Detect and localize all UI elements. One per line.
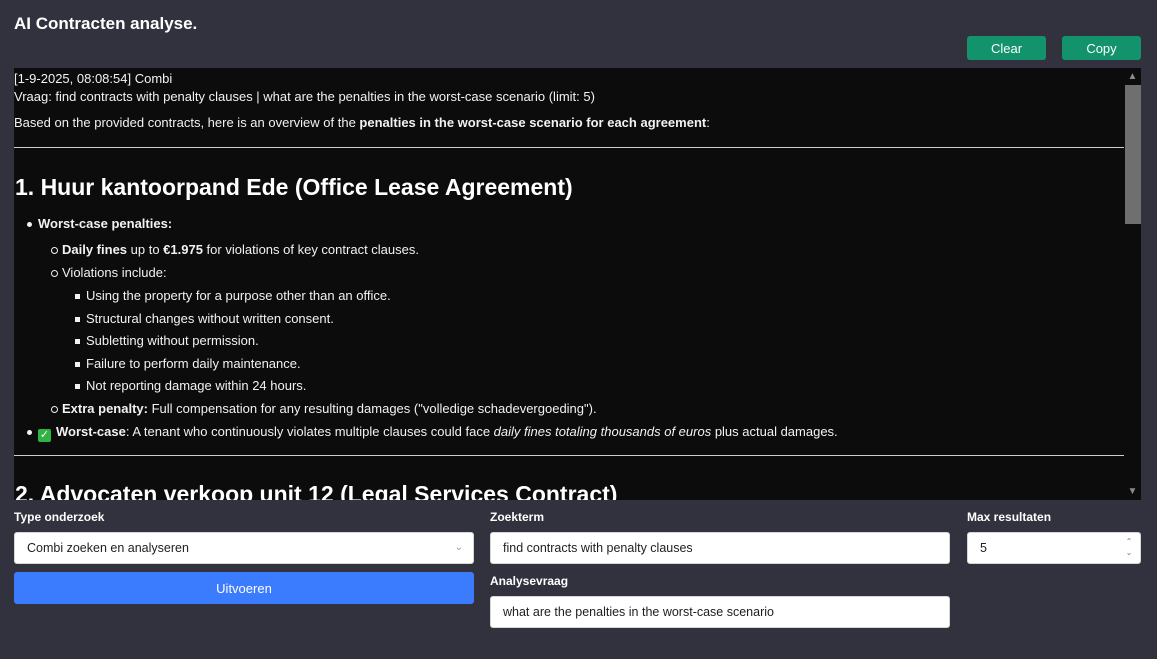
summary-post: plus actual damages. [711,424,838,439]
max-results-value: 5 [980,541,987,555]
divider [14,455,1124,456]
worst-case-label: Worst-case penalties: [38,216,173,231]
timestamp-line: [1-9-2025, 08:08:54] Combi [14,71,173,86]
list-item: Violations include: Using the property f… [38,264,1124,395]
clear-button[interactable]: Clear [967,36,1046,60]
extra-penalty-label: Extra penalty: [62,401,148,416]
section-list: Worst-case penalties: Daily fines up to … [14,215,1124,442]
section-heading: 2. Advocaten verkoop unit 12 (Legal Serv… [15,481,618,500]
output-content: [1-9-2025, 08:08:54] Combi Vraag: find c… [14,68,1124,500]
list-item: Subletting without permission. [62,332,1124,350]
daily-fines-suffix: for violations of key contract clauses. [202,242,419,257]
list-item: Not reporting damage within 24 hours. [62,377,1124,395]
daily-fines-amount: €1.975 [163,242,203,257]
intro-bold: penalties in the worst-case scenario for… [359,115,707,130]
analysis-input[interactable]: what are the penalties in the worst-case… [490,596,950,628]
intro-prefix: Based on the provided contracts, here is… [14,115,360,130]
list-item: Structural changes without written conse… [62,310,1124,328]
list-item: Daily fines up to €1.975 for violations … [38,241,1124,259]
analysis-input-value: what are the penalties in the worst-case… [503,605,774,619]
list-item: Failure to perform daily maintenance. [62,355,1124,373]
list-item: Using the property for a purpose other t… [62,287,1124,305]
run-button[interactable]: Uitvoeren [14,572,474,604]
extra-penalty-text: Full compensation for any resulting dama… [147,401,597,416]
divider [14,147,1124,148]
analysis-label: Analysevraag [490,574,569,588]
intro-suffix: : [706,115,710,130]
search-label: Zoekterm [490,510,545,524]
chevron-up-icon[interactable]: ▲ [1124,68,1141,85]
summary-pre: : A tenant who continuously violates mul… [125,424,494,439]
type-select-value: Combi zoeken en analyseren [27,541,189,555]
daily-fines-bold: Daily fines [62,242,128,257]
search-input[interactable]: find contracts with penalty clauses [490,532,950,564]
intro-text: Based on the provided contracts, here is… [14,114,1124,132]
summary-bold: Worst-case [56,424,126,439]
max-label: Max resultaten [967,510,1052,524]
list-item: Extra penalty: Full compensation for any… [38,400,1124,418]
check-mark-icon: ✓ [38,429,51,442]
page-title: AI Contracten analyse. [14,14,198,33]
type-select[interactable]: Combi zoeken en analyseren ⌄ [14,532,474,564]
search-input-value: find contracts with penalty clauses [503,541,693,555]
question-line: Vraag: find contracts with penalty claus… [14,89,595,104]
chevron-down-icon[interactable]: ▼ [1124,483,1141,500]
scrollbar-thumb[interactable] [1125,85,1141,224]
list-item: ✓ Worst-case: A tenant who continuously v… [14,423,1124,442]
copy-button[interactable]: Copy [1062,36,1141,60]
spinner-icon[interactable]: ⌃ ⌄ [1124,536,1134,560]
analysis-output[interactable]: [1-9-2025, 08:08:54] Combi Vraag: find c… [14,68,1141,500]
section-heading: 1. Huur kantoorpand Ede (Office Lease Ag… [15,174,573,200]
summary-italic: daily fines totaling thousands of euros [493,424,712,439]
type-label: Type onderzoek [14,510,105,524]
violations-label: Violations include: [62,265,167,280]
max-results-stepper[interactable]: 5 ⌃ ⌄ [967,532,1141,564]
list-item: Worst-case penalties: Daily fines up to … [14,215,1124,418]
output-scrollbar[interactable]: ▲ ▼ [1124,68,1141,500]
chevron-down-icon: ⌄ [454,542,463,553]
daily-fines-mid: up to [127,242,164,257]
